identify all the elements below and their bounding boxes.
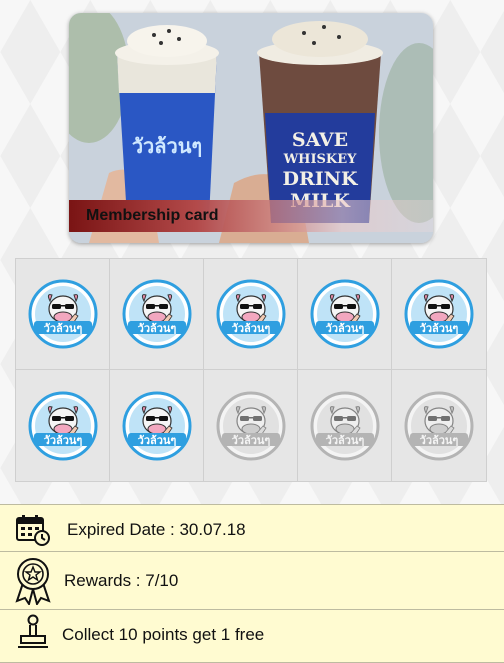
cup-slogan-2: WHISKEY bbox=[283, 152, 358, 167]
stamp-brand-text: วัวล้วนๆ bbox=[325, 322, 364, 335]
stamp-brand-text: วัวล้วนๆ bbox=[43, 434, 82, 447]
expire-row: Expired Date : 30.07.18 bbox=[0, 504, 504, 552]
stamp-slot: วัวล้วนๆ bbox=[298, 370, 392, 481]
cup-slogan-1: SAVE bbox=[292, 129, 348, 151]
membership-card[interactable]: วัวล้วนๆ SAVE WHISKEY DRINK MILK Members… bbox=[69, 13, 433, 243]
cow-stamp-icon: วัวล้วนๆ bbox=[28, 279, 97, 349]
stamp-slot: วัวล้วนๆ bbox=[110, 370, 204, 481]
stamp-brand-text: วัวล้วนๆ bbox=[137, 434, 176, 447]
cow-stamp-icon: วัวล้วนๆ bbox=[404, 279, 474, 349]
stamp-brand-text: วัวล้วนๆ bbox=[231, 322, 270, 335]
rewards-text: Rewards : 7/10 bbox=[64, 571, 179, 590]
stamp-grid: วัวล้วนๆ วัวล้วนๆ วัวล้วนๆ วัวล้วนๆ วัวล้วนๆ… bbox=[15, 258, 487, 482]
cup-brand-text: วัวล้วนๆ bbox=[132, 134, 202, 158]
cup-slogan-3: DRINK bbox=[282, 168, 359, 190]
award-badge-icon bbox=[15, 558, 51, 605]
cow-stamp-icon: วัวล้วนๆ bbox=[122, 279, 191, 349]
empty-stamp-icon: วัวล้วนๆ bbox=[216, 391, 285, 460]
stamp-slot: วัวล้วนๆ bbox=[298, 259, 392, 370]
stamp-brand-text: วัวล้วนๆ bbox=[325, 434, 364, 447]
calendar-clock-icon bbox=[16, 515, 50, 546]
collect-text: Collect 10 points get 1 free bbox=[62, 625, 265, 644]
stamp-slot: วัวล้วนๆ bbox=[392, 370, 486, 481]
stamp-brand-text: วัวล้วนๆ bbox=[137, 322, 176, 335]
empty-stamp-icon: วัวล้วนๆ bbox=[310, 391, 379, 460]
empty-stamp-icon: วัวล้วนๆ bbox=[404, 391, 474, 460]
stamp-slot: วัวล้วนๆ bbox=[204, 259, 298, 370]
stamp-slot: วัวล้วนๆ bbox=[204, 370, 298, 481]
expire-date-text: Expired Date : 30.07.18 bbox=[67, 520, 246, 539]
stamp-slot: วัวล้วนๆ bbox=[16, 370, 110, 481]
stamp-icon bbox=[18, 614, 48, 648]
rewards-row: Rewards : 7/10 bbox=[0, 552, 504, 610]
stamp-slot: วัวล้วนๆ bbox=[392, 259, 486, 370]
stamp-brand-text: วัวล้วนๆ bbox=[231, 434, 270, 447]
cow-stamp-icon: วัวล้วนๆ bbox=[310, 279, 379, 349]
cow-stamp-icon: วัวล้วนๆ bbox=[28, 391, 97, 460]
stamp-slot: วัวล้วนๆ bbox=[110, 259, 204, 370]
cow-stamp-icon: วัวล้วนๆ bbox=[216, 279, 285, 349]
stamp-brand-text: วัวล้วนๆ bbox=[420, 434, 459, 447]
card-label-bar: Membership card bbox=[69, 200, 433, 232]
stamp-brand-text: วัวล้วนๆ bbox=[420, 322, 459, 335]
collect-row: Collect 10 points get 1 free bbox=[0, 610, 504, 663]
stamp-brand-text: วัวล้วนๆ bbox=[43, 322, 82, 335]
card-title: Membership card bbox=[86, 207, 219, 224]
stamp-slot: วัวล้วนๆ bbox=[16, 259, 110, 370]
cow-stamp-icon: วัวล้วนๆ bbox=[122, 391, 191, 460]
